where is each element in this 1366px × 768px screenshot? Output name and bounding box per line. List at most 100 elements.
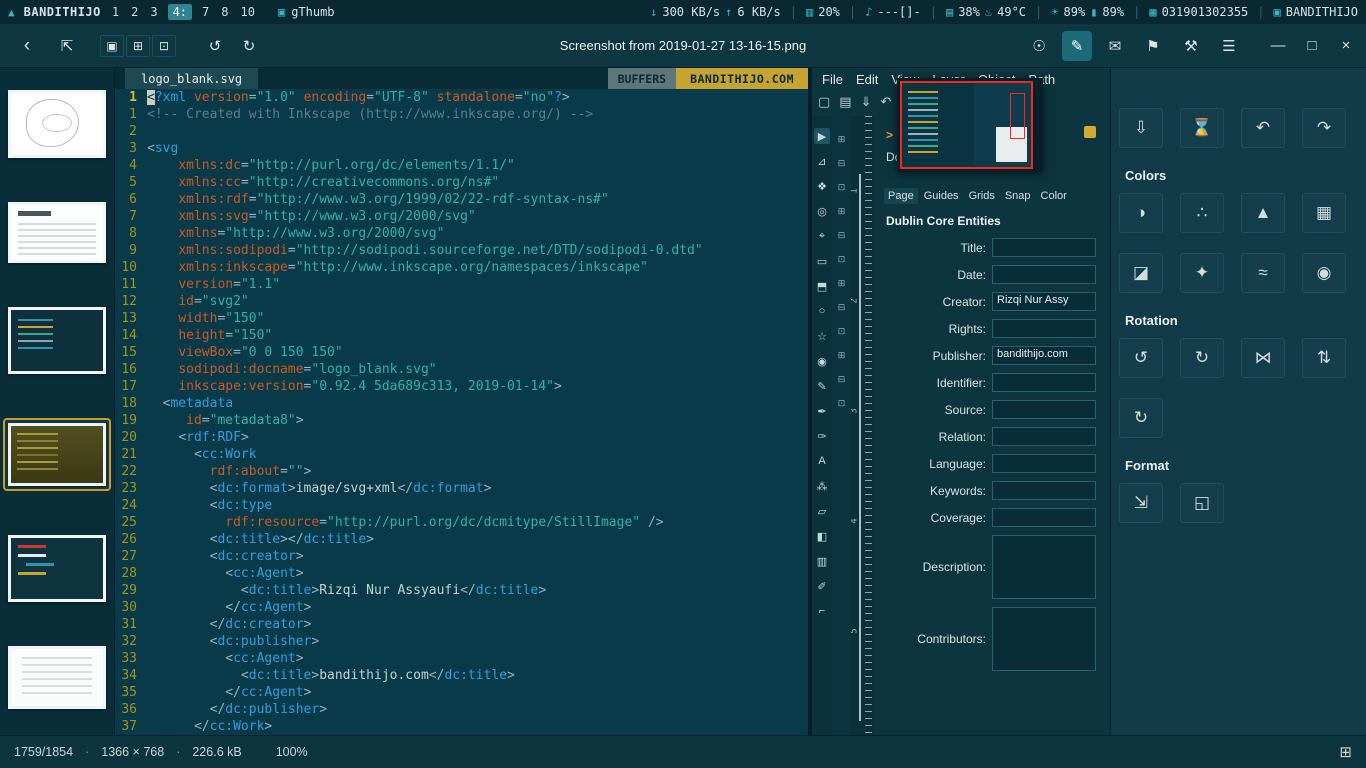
- maximize-button[interactable]: □: [1304, 31, 1320, 61]
- metadata-input-publisher[interactable]: bandithijo.com: [992, 346, 1096, 365]
- color-adjust-button[interactable]: ∴: [1180, 193, 1224, 233]
- spray-tool-icon[interactable]: ⁂: [814, 478, 830, 494]
- workspace-2[interactable]: 2: [129, 5, 140, 19]
- doc-tab-color[interactable]: Color: [1037, 188, 1071, 204]
- thumbnail-page[interactable]: [8, 646, 106, 709]
- dock-close-button[interactable]: [1084, 126, 1096, 138]
- snap-option-icon[interactable]: ⊞: [838, 350, 846, 361]
- text-tool-icon[interactable]: A: [814, 453, 830, 469]
- metadata-input-title[interactable]: [992, 238, 1096, 257]
- gradient-tool-icon[interactable]: ▥: [814, 553, 830, 569]
- undo-button[interactable]: ↶: [1241, 108, 1285, 148]
- ellipse-tool-icon[interactable]: ○: [814, 303, 830, 319]
- snap-option-icon[interactable]: ⊟: [838, 158, 846, 169]
- arbitrary-rotation-button[interactable]: ↻: [1119, 398, 1163, 438]
- tools-button[interactable]: ⚒: [1176, 31, 1206, 61]
- rotate-right-button[interactable]: ↻: [234, 31, 264, 61]
- rotate-right-button[interactable]: ↻: [1180, 338, 1224, 378]
- fill-tool-icon[interactable]: ◧: [814, 528, 830, 544]
- metadata-input-date[interactable]: [992, 265, 1096, 284]
- zoom-fit-width-button[interactable]: ⊡: [152, 35, 176, 57]
- doc-tab-snap[interactable]: Snap: [1001, 188, 1035, 204]
- pen-tool-icon[interactable]: ✒: [814, 403, 830, 419]
- snap-option-icon[interactable]: ⊟: [838, 374, 846, 385]
- negative-button[interactable]: ◪: [1119, 253, 1163, 293]
- history-button[interactable]: ⌛: [1180, 108, 1224, 148]
- flip-horizontal-button[interactable]: ⋈: [1241, 338, 1285, 378]
- zoom-tool-icon[interactable]: ◎: [814, 203, 830, 219]
- snap-option-icon[interactable]: ⊟: [838, 302, 846, 313]
- rect-tool-icon[interactable]: ▭: [814, 253, 830, 269]
- metadata-input-identifier[interactable]: [992, 373, 1096, 392]
- calligraphy-tool-icon[interactable]: ✑: [814, 428, 830, 444]
- metadata-input-relation[interactable]: [992, 427, 1096, 446]
- new-document-icon[interactable]: ▢: [818, 94, 830, 110]
- crop-button[interactable]: ◱: [1180, 483, 1224, 523]
- node-tool-icon[interactable]: ⊿: [814, 153, 830, 169]
- tweak-tool-icon[interactable]: ❖: [814, 178, 830, 194]
- thumbnail-dark-screenshot[interactable]: [8, 307, 106, 374]
- workspace-3[interactable]: 3: [148, 5, 159, 19]
- pencil-tool-icon[interactable]: ✎: [814, 378, 830, 394]
- spiral-tool-icon[interactable]: ◉: [814, 353, 830, 369]
- metadata-input-coverage[interactable]: [992, 508, 1096, 527]
- back-button[interactable]: ‹: [12, 31, 42, 61]
- thumbnail-sidebar[interactable]: [0, 68, 115, 735]
- snap-option-icon[interactable]: ⊡: [838, 254, 846, 265]
- doc-tab-grids[interactable]: Grids: [965, 188, 999, 204]
- selector-tool-icon[interactable]: ▶: [814, 128, 830, 144]
- menu-edit[interactable]: Edit: [856, 72, 878, 87]
- zoom-fit-button[interactable]: ⊞: [126, 35, 150, 57]
- metadata-input-creator[interactable]: Rizqi Nur Assy: [992, 292, 1096, 311]
- metadata-input-rights[interactable]: [992, 319, 1096, 338]
- resize-button[interactable]: ⇲: [1119, 483, 1163, 523]
- star-tool-icon[interactable]: ☆: [814, 328, 830, 344]
- snap-option-icon[interactable]: ⊞: [838, 278, 846, 289]
- metadata-input-contributors[interactable]: [992, 607, 1096, 671]
- snap-option-icon[interactable]: ⊡: [838, 182, 846, 193]
- snap-option-icon[interactable]: ⊟: [838, 230, 846, 241]
- comment-button[interactable]: ✉: [1100, 31, 1130, 61]
- metadata-input-keywords[interactable]: [992, 481, 1096, 500]
- rotate-left-button[interactable]: ↺: [1119, 338, 1163, 378]
- measure-tool-icon[interactable]: ⌖: [814, 228, 830, 244]
- snap-option-icon[interactable]: ⊡: [838, 326, 846, 337]
- save-button[interactable]: ⇩: [1119, 108, 1163, 148]
- metadata-input-source[interactable]: [992, 400, 1096, 419]
- auto-adjust-button[interactable]: ✦: [1180, 253, 1224, 293]
- workspace-7[interactable]: 7: [200, 5, 211, 19]
- lightbulb-button[interactable]: ☉: [1024, 31, 1054, 61]
- minimize-button[interactable]: —: [1270, 31, 1286, 61]
- menu-button[interactable]: ☰: [1214, 31, 1244, 61]
- open-document-icon[interactable]: ▤: [839, 94, 851, 110]
- connector-tool-icon[interactable]: ⌐: [814, 603, 830, 619]
- box3d-tool-icon[interactable]: ⬒: [814, 278, 830, 294]
- workspace-1[interactable]: 1: [110, 5, 121, 19]
- rotate-left-button[interactable]: ↺: [200, 31, 230, 61]
- thumbnail-sketch[interactable]: [8, 90, 106, 158]
- curves-button[interactable]: ▦: [1302, 193, 1346, 233]
- levels-button[interactable]: ▲: [1241, 193, 1285, 233]
- flip-vertical-button[interactable]: ⇅: [1302, 338, 1346, 378]
- sharpen-button[interactable]: ≈: [1241, 253, 1285, 293]
- layout-grid-icon[interactable]: ⊞: [1339, 743, 1352, 761]
- menu-file[interactable]: File: [822, 72, 843, 87]
- zoom-original-button[interactable]: ▣: [100, 35, 124, 57]
- tag-button[interactable]: ⚑: [1138, 31, 1168, 61]
- fullscreen-button[interactable]: ⇱: [52, 31, 82, 61]
- workspace-4[interactable]: 4:: [168, 4, 192, 20]
- undo-icon[interactable]: ↶: [881, 94, 892, 110]
- metadata-input-language[interactable]: [992, 454, 1096, 473]
- doc-tab-guides[interactable]: Guides: [920, 188, 963, 204]
- metadata-input-description[interactable]: [992, 535, 1096, 599]
- workspace-8[interactable]: 8: [219, 5, 230, 19]
- redo-button[interactable]: ↷: [1302, 108, 1346, 148]
- snap-option-icon[interactable]: ⊞: [838, 134, 846, 145]
- dropper-tool-icon[interactable]: ✐: [814, 578, 830, 594]
- preview-button[interactable]: ◉: [1302, 253, 1346, 293]
- contrast-button[interactable]: ◑: [1119, 193, 1163, 233]
- snap-option-icon[interactable]: ⊡: [838, 398, 846, 409]
- thumbnail-dark-screenshot-2[interactable]: [8, 535, 106, 602]
- save-document-icon[interactable]: ⇓: [861, 94, 872, 110]
- doc-tab-page[interactable]: Page: [884, 188, 918, 204]
